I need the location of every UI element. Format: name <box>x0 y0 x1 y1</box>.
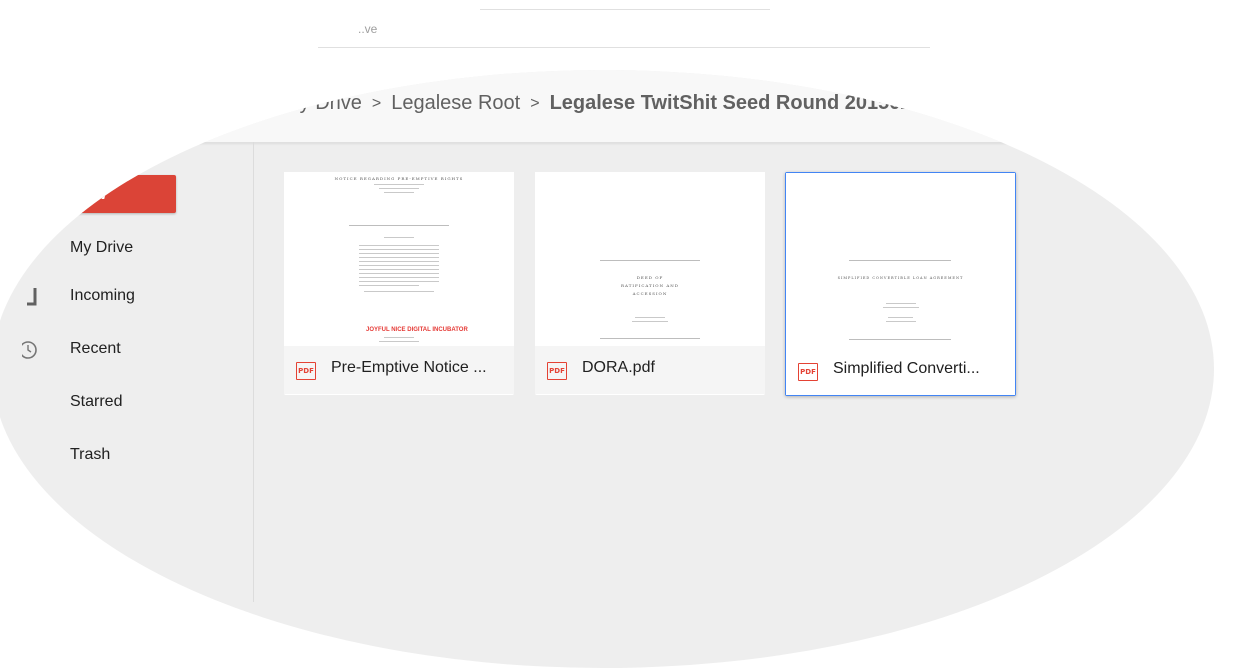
incoming-icon <box>22 286 42 308</box>
clock-icon <box>19 339 42 361</box>
file-card-footer: PDF Simplified Converti... <box>786 347 1015 395</box>
thumbnail-title: NOTICE REGARDING PRE-EMPTIVE RIGHTS <box>334 176 464 181</box>
file-card[interactable]: NOTICE REGARDING PRE-EMPTIVE RIGHTS JOYF… <box>284 172 514 395</box>
thumbnail-title: SIMPLIFIED CONVERTIBLE LOAN AGREEMENT <box>837 276 964 280</box>
header-text-fragment: ..ve <box>358 22 378 36</box>
pdf-icon: PDF <box>798 363 818 381</box>
breadcrumb-current-folder[interactable]: Legalese TwitShit Seed Round 20150226-03… <box>550 92 1008 115</box>
sidebar-divider <box>253 142 254 602</box>
file-thumbnail: NOTICE REGARDING PRE-EMPTIVE RIGHTS JOYF… <box>284 172 514 347</box>
sidebar-item-incoming[interactable]: Incoming <box>70 287 135 305</box>
file-name[interactable]: DORA.pdf <box>582 359 655 377</box>
breadcrumb-item-my-drive[interactable]: My Drive <box>283 92 362 115</box>
file-card-selected[interactable]: SIMPLIFIED CONVERTIBLE LOAN AGREEMENT PD… <box>785 172 1016 396</box>
sidebar-item-trash[interactable]: Trash <box>70 446 110 464</box>
sidebar-item-my-drive[interactable]: My Drive <box>70 239 133 257</box>
file-thumbnail: DEED OF RATIFICATION AND ACCESSION <box>535 172 765 347</box>
new-button[interactable]: NEW <box>40 175 176 213</box>
file-card-footer: PDF DORA.pdf <box>535 346 765 394</box>
thumbnail-title: DEED OF RATIFICATION AND ACCESSION <box>621 275 679 296</box>
magnified-view: My Drive > Legalese Root > Legalese Twit… <box>0 70 1214 668</box>
file-card-footer: PDF Pre-Emptive Notice ... <box>284 346 514 394</box>
pdf-icon: PDF <box>547 362 567 380</box>
chevron-right-icon: > <box>530 94 540 112</box>
sidebar-item-starred[interactable]: Starred <box>70 393 122 411</box>
chevron-right-icon: > <box>371 94 382 112</box>
pdf-icon: PDF <box>296 362 316 380</box>
file-card[interactable]: DEED OF RATIFICATION AND ACCESSION PDF D… <box>535 172 765 395</box>
file-name[interactable]: Simplified Converti... <box>833 360 980 378</box>
sidebar-item-recent[interactable]: Recent <box>70 340 121 358</box>
file-name[interactable]: Pre-Emptive Notice ... <box>331 359 487 377</box>
file-thumbnail: SIMPLIFIED CONVERTIBLE LOAN AGREEMENT <box>786 173 1015 348</box>
breadcrumb: My Drive > Legalese Root > Legalese Twit… <box>283 92 1007 115</box>
thumbnail-stamp: JOYFUL NICE DIGITAL INCUBATOR <box>366 327 468 333</box>
breadcrumb-item-legalese-root[interactable]: Legalese Root <box>391 92 520 115</box>
header-divider-lower <box>318 47 930 48</box>
header-divider <box>480 9 770 10</box>
